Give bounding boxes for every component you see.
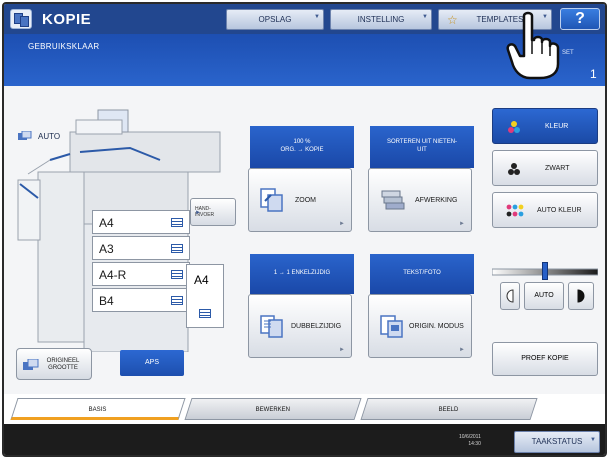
original-mode-label: ORIGIN. MODUS — [409, 323, 464, 330]
finishing-status-text: SORTEREN UIT NIETEN- UIT — [386, 139, 458, 153]
tab-opslag[interactable]: OPSLAG ▼ — [226, 9, 324, 30]
zoom-label: ZOOM — [295, 197, 316, 204]
density-slider[interactable] — [492, 262, 598, 280]
job-status-button[interactable]: TAAKSTATUS ▼ — [514, 431, 600, 453]
copy-mode-icon — [10, 9, 32, 29]
proof-copy-button[interactable]: PROEF KOPIE — [492, 342, 598, 376]
finishing-icon — [381, 190, 405, 210]
zoom-status-text: 100 % ORG. → KOPIE — [280, 139, 324, 153]
color-mode-label: AUTO KLEUR — [537, 207, 582, 214]
original-mode-button[interactable]: ORIGIN. MODUS ► — [368, 294, 472, 358]
zoom-icon — [260, 188, 283, 212]
time: 14:30 — [468, 441, 481, 447]
tray-4[interactable]: B4 — [92, 288, 190, 312]
tab-label: OPSLAG — [258, 15, 292, 24]
arrow-right-icon: ► — [459, 347, 465, 353]
finishing-button[interactable]: AFWERKING ► — [368, 168, 472, 232]
duplex-button[interactable]: DUBBELZIJDIG ► — [248, 294, 352, 358]
original-mode-icon — [380, 315, 403, 338]
finishing-label: AFWERKING — [415, 197, 458, 204]
density-slider-handle[interactable] — [542, 262, 548, 280]
tab-label: BASIS — [88, 407, 107, 413]
tray-size: A3 — [99, 242, 114, 256]
original-size-button[interactable]: ORIGINEEL GROOTTE — [16, 348, 92, 380]
tab-label: INSTELLING — [357, 15, 405, 24]
paper-source-mode: AUTO — [38, 132, 61, 141]
duplex-status-text: 1 → 1 ENKELZIJDIG — [273, 270, 331, 276]
auto-color-icon — [506, 204, 524, 217]
tray-3[interactable]: A4-R — [92, 262, 190, 286]
tray-icon — [171, 218, 183, 227]
full-color-icon — [508, 121, 520, 133]
tab-label: BEWERKEN — [255, 407, 290, 413]
chevron-down-icon: ▼ — [590, 437, 596, 443]
finishing-status: SORTEREN UIT NIETEN- UIT — [370, 126, 474, 168]
arrow-right-icon: ► — [339, 221, 345, 227]
star-icon: ☆ — [447, 13, 458, 27]
zoom-button[interactable]: ZOOM ► — [248, 168, 352, 232]
chevron-right-icon: ► — [195, 210, 201, 216]
duplex-label: DUBBELZIJDIG — [291, 323, 342, 330]
duplex-icon — [260, 315, 283, 338]
tray-1[interactable]: A4 — [92, 210, 190, 234]
arrow-right-icon: ► — [459, 221, 465, 227]
tab-label: BEELD — [438, 407, 459, 413]
tray-size: A4 — [99, 216, 114, 230]
zoom-status: 100 % ORG. → KOPIE — [250, 126, 354, 168]
density-lighter-button[interactable] — [500, 282, 520, 310]
bottom-tab-bar: BASIS BEWERKEN BEELD — [4, 394, 605, 424]
arrow-right-icon: ► — [339, 347, 345, 353]
aps-button[interactable]: APS — [120, 350, 184, 376]
date: 10/6/2011 — [459, 434, 481, 440]
tray-icon — [171, 244, 183, 253]
color-mode-zwart[interactable]: ZWART — [492, 150, 598, 186]
color-mode-kleur[interactable]: KLEUR — [492, 108, 598, 144]
tab-bewerken[interactable]: BEWERKEN — [184, 398, 362, 420]
copier-panel: KOPIE OPSLAG ▼ INSTELLING ▼ ☆ TEMPLATES … — [2, 2, 607, 457]
darker-icon — [577, 289, 585, 303]
lighter-icon — [506, 289, 514, 303]
tab-beeld[interactable]: BEELD — [360, 398, 538, 420]
tray-icon — [199, 309, 211, 318]
bypass-size: A4 — [194, 273, 209, 287]
tray-size: A4-R — [99, 268, 127, 282]
copy-count: 1 — [590, 67, 597, 81]
color-mode-label: ZWART — [545, 165, 570, 172]
tab-basis[interactable]: BASIS — [10, 398, 186, 420]
set-label: SET — [562, 50, 574, 56]
chevron-down-icon: ▼ — [314, 14, 320, 20]
tab-instelling[interactable]: INSTELLING ▼ — [330, 9, 432, 30]
density-darker-button[interactable] — [568, 282, 594, 310]
status-message: GEBRUIKSKLAAR — [28, 42, 100, 51]
duplex-status: 1 → 1 ENKELZIJDIG — [250, 254, 354, 294]
bypass-tray[interactable]: A4 — [186, 264, 224, 328]
original-mode-status-text: TEKST/FOTO — [403, 270, 441, 276]
tray-icon — [171, 270, 183, 279]
tray-size: B4 — [99, 294, 114, 308]
density-auto-button[interactable]: AUTO — [524, 282, 564, 310]
original-size-label: ORIGINEEL GROOTTE — [46, 358, 80, 371]
chevron-down-icon: ▼ — [422, 14, 428, 20]
color-mode-auto-kleur[interactable]: AUTO KLEUR — [492, 192, 598, 228]
tray-2[interactable]: A3 — [92, 236, 190, 260]
pointing-hand-icon — [506, 11, 560, 80]
auto-feed-icon — [18, 131, 32, 140]
main-area: AUTO HAND- INVOER ► A4 A3 A4-R B4 A4 ORI… — [4, 86, 605, 394]
date-time: 10/6/2011 14:30 — [459, 434, 481, 448]
tray-icon — [171, 296, 183, 305]
bypass-feed-button[interactable]: HAND- INVOER ► — [190, 198, 236, 226]
job-status-label: TAAKSTATUS — [531, 437, 583, 446]
black-icon — [508, 163, 520, 175]
help-button[interactable]: ? — [560, 8, 600, 30]
original-mode-status: TEKST/FOTO — [370, 254, 474, 294]
color-mode-label: KLEUR — [545, 123, 569, 130]
page-title: KOPIE — [42, 11, 92, 28]
original-size-icon — [23, 359, 39, 370]
bottom-bar: 10/6/2011 14:30 TAAKSTATUS ▼ — [4, 424, 605, 455]
